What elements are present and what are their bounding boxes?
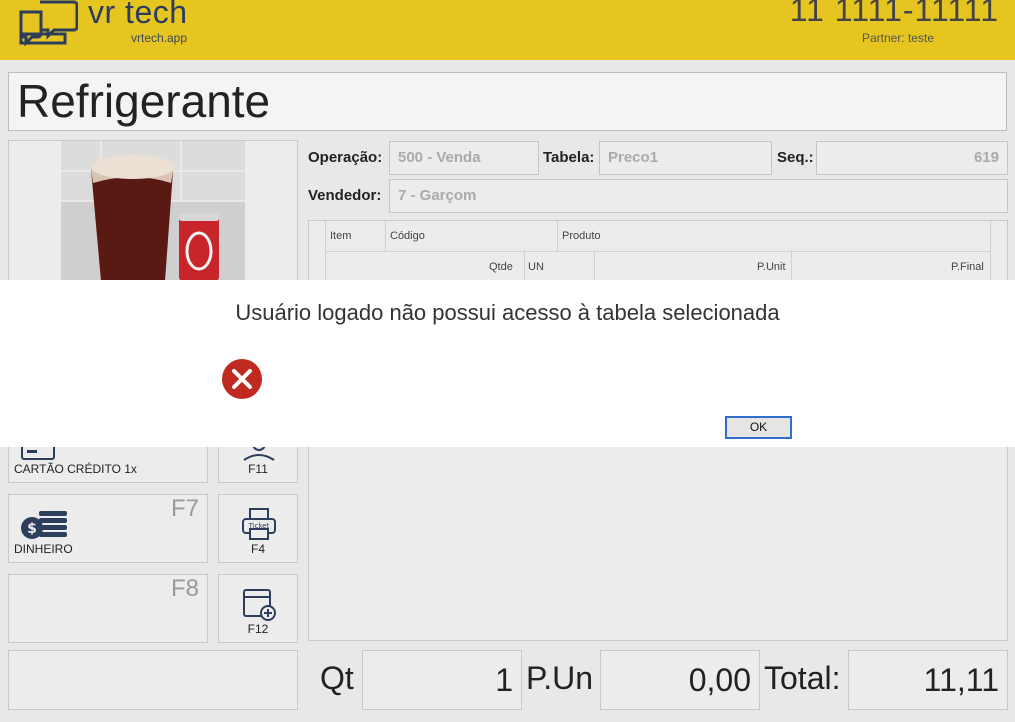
- operacao-label: Operação:: [308, 149, 383, 166]
- ok-button[interactable]: OK: [725, 416, 792, 439]
- grid-header-un[interactable]: UN: [528, 261, 544, 273]
- cash-caption: DINHEIRO: [14, 542, 73, 556]
- operacao-field[interactable]: 500 - Venda: [389, 141, 539, 175]
- support-phone: 11 1111-11111: [789, 0, 999, 28]
- partner-label: Partner: teste: [861, 31, 934, 45]
- brand-url: vrtech.app: [131, 31, 188, 45]
- vendedor-field[interactable]: 7 - Garçom: [389, 179, 1008, 213]
- ticket-text: Ticket: [248, 522, 270, 530]
- dialog-message: Usuário logado não possui acesso à tabel…: [235, 300, 780, 325]
- app-header: vr tech vrtech.app 11 1111-11111 Partner…: [0, 0, 1015, 60]
- f8-button[interactable]: F8: [8, 574, 208, 643]
- f12-button[interactable]: F12: [218, 574, 298, 643]
- qt-label: Qt: [320, 660, 354, 696]
- f12-caption: F12: [247, 622, 269, 636]
- error-icon: [222, 359, 262, 399]
- product-photo: [61, 141, 245, 281]
- total-label: Total:: [764, 660, 841, 696]
- seq-field[interactable]: 619: [816, 141, 1008, 175]
- pun-field[interactable]: 0,00: [600, 650, 760, 710]
- total-field: 11,11: [848, 650, 1008, 710]
- grid-header-codigo[interactable]: Código: [390, 230, 425, 242]
- bottom-left-panel: [8, 650, 298, 710]
- grid-header-punit[interactable]: P.Unit: [757, 261, 786, 273]
- chat-bubble-logo-icon: [19, 0, 78, 46]
- brand-name: vr tech: [88, 0, 188, 30]
- f8-key: F8: [170, 575, 199, 602]
- cash-button[interactable]: F7 $ DINHEIRO: [8, 494, 208, 563]
- error-dialog: Usuário logado não possui acesso à tabel…: [0, 280, 1015, 447]
- credit-card-caption: CARTÃO CRÉDITO 1x: [14, 462, 137, 476]
- f4-button[interactable]: Ticket F4: [218, 494, 298, 563]
- svg-text:$: $: [27, 521, 37, 537]
- new-window-add-icon: [243, 589, 276, 621]
- f7-key: F7: [170, 495, 199, 522]
- tabela-field[interactable]: Preco1: [599, 141, 772, 175]
- grid-header-item[interactable]: Item: [330, 230, 351, 242]
- pun-label: P.Un: [526, 660, 594, 696]
- f4-caption: F4: [250, 542, 265, 556]
- product-title: Refrigerante: [8, 72, 1007, 131]
- money-coins-icon: $: [21, 511, 67, 539]
- ticket-printer-icon: Ticket: [242, 508, 276, 540]
- f11-caption: F11: [248, 462, 268, 476]
- grid-header-pfinal[interactable]: P.Final: [951, 261, 984, 273]
- tabela-label: Tabela:: [543, 149, 595, 166]
- qt-field[interactable]: 1: [362, 650, 522, 710]
- seq-label: Seq.:: [777, 149, 814, 166]
- vendedor-label: Vendedor:: [308, 187, 382, 204]
- grid-header-produto[interactable]: Produto: [562, 230, 601, 242]
- grid-header-qtde[interactable]: Qtde: [489, 261, 513, 273]
